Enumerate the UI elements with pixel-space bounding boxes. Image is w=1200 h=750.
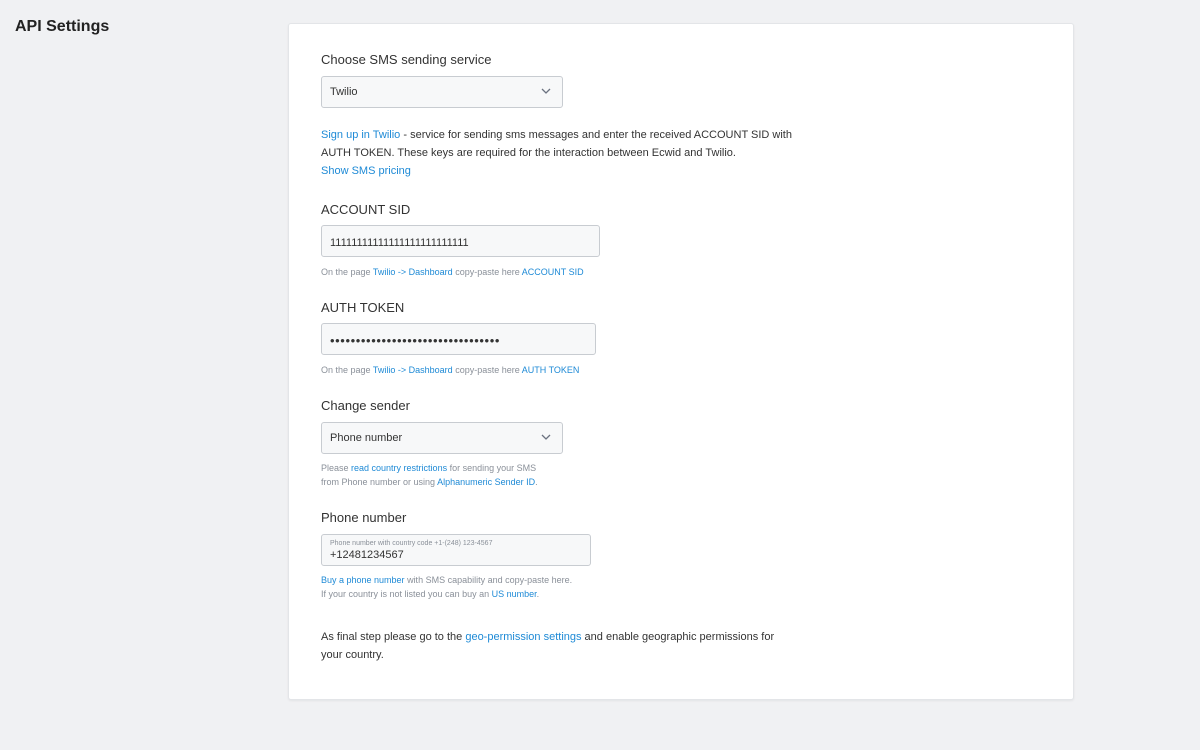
sms-service-heading: Choose SMS sending service (321, 52, 492, 67)
twilio-dashboard-link-2[interactable]: Twilio -> Dashboard (373, 365, 453, 375)
us-number-link[interactable]: US number (492, 589, 537, 599)
page-title: API Settings (15, 18, 110, 35)
phone-hint-suffix: . (536, 589, 540, 599)
auth-token-heading: AUTH TOKEN (321, 300, 405, 315)
sender-hint-line2: from Phone number or using (321, 477, 438, 487)
sign-up-twilio-link[interactable]: Sign up in Twilio (321, 129, 400, 141)
sender-select[interactable]: Phone number (321, 422, 563, 454)
chevron-down-icon (541, 88, 551, 94)
account-sid-heading: ACCOUNT SID (321, 202, 411, 217)
geo-permission-settings-link[interactable]: geo-permission settings (465, 631, 581, 643)
phone-number-heading: Phone number (321, 510, 407, 525)
auth-token-hint-middle: copy-paste here (452, 365, 522, 375)
account-sid-input[interactable]: 11111111111111111111111111 (321, 225, 600, 257)
account-sid-hint-prefix: On the page (321, 267, 373, 277)
sender-hint-middle: for sending your SMS (447, 463, 537, 473)
sms-service-select[interactable]: Twilio (321, 76, 563, 108)
auth-token-hint: On the page Twilio -> Dashboard copy-pas… (321, 363, 579, 377)
phone-number-hint: Buy a phone number with SMS capability a… (321, 573, 572, 601)
alphanumeric-sender-id-link[interactable]: Alphanumeric Sender ID (437, 477, 535, 487)
sms-service-selected-value: Twilio (330, 86, 358, 98)
buy-phone-number-link[interactable]: Buy a phone number (321, 575, 405, 585)
read-country-restrictions-link[interactable]: read country restrictions (351, 463, 447, 473)
phone-hint-line2: If your country is not listed you can bu… (321, 589, 492, 599)
auth-token-hint-link[interactable]: AUTH TOKEN (522, 365, 580, 375)
sender-hint-suffix: . (535, 477, 538, 487)
account-sid-hint-link[interactable]: ACCOUNT SID (522, 267, 584, 277)
phone-number-value: +12481234567 (330, 549, 404, 561)
sender-hint-prefix: Please (321, 463, 352, 473)
auth-token-masked-value: ••••••••••••••••••••••••••••••••• (330, 333, 500, 348)
chevron-down-icon (541, 434, 551, 440)
service-info: Sign up in Twilio - service for sending … (321, 126, 821, 180)
api-settings-card: Choose SMS sending service Twilio Sign u… (288, 23, 1074, 700)
final-step-text: As final step please go to the geo-permi… (321, 628, 821, 664)
change-sender-heading: Change sender (321, 398, 410, 413)
phone-hint-text-1: with SMS capability and copy-paste here. (404, 575, 573, 585)
twilio-dashboard-link[interactable]: Twilio -> Dashboard (373, 267, 453, 277)
service-info-text-1: - service for sending sms messages and e… (400, 129, 792, 141)
account-sid-value: 11111111111111111111111111 (330, 237, 469, 249)
sender-hint: Please read country restrictions for sen… (321, 461, 538, 489)
account-sid-hint: On the page Twilio -> Dashboard copy-pas… (321, 265, 584, 279)
phone-number-field-label: Phone number with country code +1-(248) … (330, 540, 493, 547)
sender-selected-value: Phone number (330, 432, 403, 444)
auth-token-input[interactable]: ••••••••••••••••••••••••••••••••• (321, 323, 596, 355)
show-sms-pricing-link[interactable]: Show SMS pricing (321, 165, 411, 177)
auth-token-hint-prefix: On the page (321, 365, 373, 375)
final-step-line2: your country. (321, 649, 384, 661)
account-sid-hint-middle: copy-paste here (452, 267, 522, 277)
final-step-prefix: As final step please go to the (321, 631, 466, 643)
service-info-text-2: AUTH TOKEN. These keys are required for … (321, 147, 736, 159)
final-step-suffix: and enable geographic permissions for (581, 631, 775, 643)
phone-number-input[interactable]: Phone number with country code +1-(248) … (321, 534, 591, 566)
